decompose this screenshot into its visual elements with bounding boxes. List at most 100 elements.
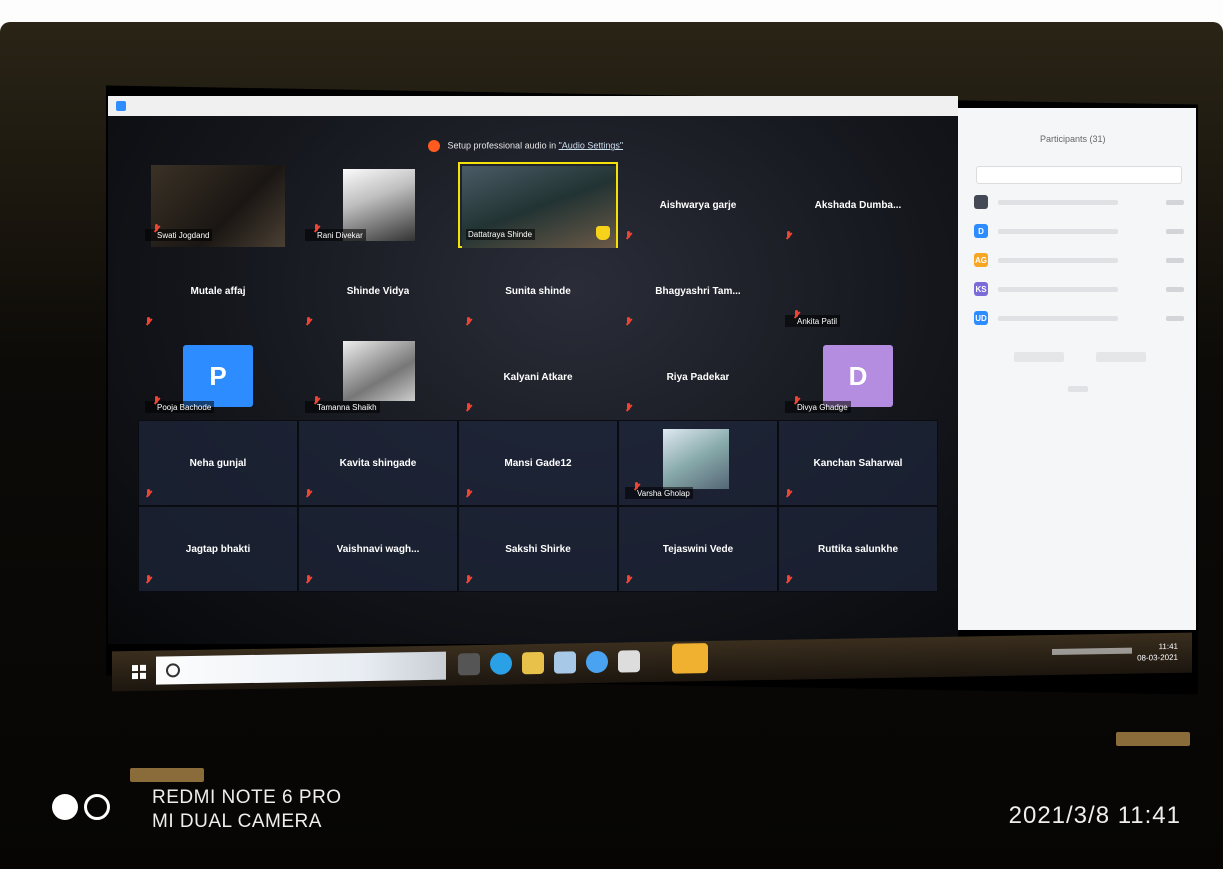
- zoom-meeting-window: Setup professional audio in "Audio Setti…: [108, 96, 958, 644]
- participant-video: [663, 429, 729, 489]
- participant-name: Divya Ghadge: [797, 402, 848, 412]
- camera-watermark: REDMI NOTE 6 PRO MI DUAL CAMERA: [152, 786, 342, 834]
- muted-mic-icon: [785, 575, 792, 585]
- file-explorer-icon[interactable]: [522, 651, 544, 675]
- muted-mic-icon: [625, 231, 632, 241]
- participant-name: Kalyani Atkare: [503, 371, 573, 383]
- windows-start-icon[interactable]: [132, 664, 146, 680]
- participant-name: Mutale affaj: [190, 285, 246, 297]
- muted-mic-icon: [465, 403, 472, 413]
- participant-tile[interactable]: Neha gunjal: [138, 420, 298, 506]
- muted-mic-icon: [633, 482, 640, 492]
- participant-tile[interactable]: Rani Divekar: [298, 162, 458, 248]
- camera-type: MI DUAL CAMERA: [152, 811, 322, 832]
- participant-name: Neha gunjal: [189, 457, 247, 469]
- muted-mic-icon: [625, 403, 632, 413]
- participant-tile[interactable]: Jagtap bhakti: [138, 506, 298, 592]
- participant-name-badge: Tamanna Shaikh: [305, 396, 380, 413]
- participant-tile[interactable]: Shinde Vidya: [298, 248, 458, 334]
- zoom-taskbar-icon[interactable]: [672, 643, 708, 674]
- muted-mic-icon: [305, 575, 312, 585]
- participant-tile[interactable]: Kavita shingade: [298, 420, 458, 506]
- participant-avatar: UD: [974, 311, 988, 325]
- task-view-icon[interactable]: [458, 653, 480, 676]
- participant-tile[interactable]: Ankita Patil: [778, 248, 938, 334]
- participant-tile[interactable]: Dattatraya Shinde: [458, 162, 618, 248]
- participant-tile[interactable]: Akshada Dumba...: [778, 162, 938, 248]
- participant-tile[interactable]: Aishwarya garje: [618, 162, 778, 248]
- participant-row[interactable]: [974, 194, 1184, 210]
- participant-tile[interactable]: Varsha Gholap: [618, 420, 778, 506]
- muted-mic-icon: [625, 575, 632, 585]
- clock-date: 08-03-2021: [1137, 652, 1178, 663]
- chat-label[interactable]: [1068, 386, 1088, 392]
- participant-tile[interactable]: Swati Jogdand: [138, 162, 298, 248]
- participants-title: Participants (31): [1040, 134, 1106, 144]
- muted-mic-icon: [793, 396, 800, 406]
- participant-name: Bhagyashri Tam...: [655, 285, 741, 297]
- participant-tile[interactable]: Tejaswini Vede: [618, 506, 778, 592]
- participant-name: Mansi Gade12: [504, 457, 572, 469]
- taskbar-search-box[interactable]: [156, 651, 446, 685]
- invite-button[interactable]: [1014, 352, 1064, 362]
- participant-name-placeholder: [998, 257, 1118, 263]
- participant-row[interactable]: KS: [974, 281, 1184, 297]
- muted-mic-icon: [625, 317, 632, 327]
- participant-tile[interactable]: Kanchan Saharwal: [778, 420, 938, 506]
- participant-name: Shinde Vidya: [346, 285, 410, 297]
- mic-icon[interactable]: [1166, 199, 1184, 205]
- mic-icon[interactable]: [1166, 228, 1184, 234]
- store-icon[interactable]: [554, 651, 576, 674]
- participant-avatar: D: [974, 224, 988, 238]
- participant-tile[interactable]: Sakshi Shirke: [458, 506, 618, 592]
- participant-tile[interactable]: Mutale affaj: [138, 248, 298, 334]
- search-icon: [166, 663, 180, 678]
- participant-name: Pooja Bachode: [157, 402, 212, 412]
- browser-icon[interactable]: [586, 650, 608, 674]
- participant-tile[interactable]: Sunita shinde: [458, 248, 618, 334]
- participant-avatar: AG: [974, 253, 988, 267]
- edge-icon[interactable]: [490, 652, 512, 675]
- mic-icon[interactable]: [1166, 257, 1184, 263]
- chrome-icon[interactable]: [618, 650, 640, 673]
- participant-row[interactable]: AG: [974, 252, 1184, 268]
- unmute-me-button[interactable]: [1096, 352, 1146, 362]
- participant-row[interactable]: UD: [974, 310, 1184, 326]
- zoom-titlebar: [108, 96, 958, 116]
- participant-tile[interactable]: P Pooja Bachode: [138, 334, 298, 420]
- muted-mic-icon: [465, 489, 472, 499]
- muted-mic-icon: [793, 310, 800, 320]
- participant-tile[interactable]: Ruttika salunkhe: [778, 506, 938, 592]
- participant-name: Tamanna Shaikh: [317, 402, 377, 412]
- participant-name-placeholder: [998, 286, 1118, 292]
- participant-tile[interactable]: Vaishnavi wagh...: [298, 506, 458, 592]
- audio-settings-link[interactable]: "Audio Settings": [559, 140, 623, 150]
- participant-tile[interactable]: D Divya Ghadge: [778, 334, 938, 420]
- participant-tile[interactable]: Riya Padekar: [618, 334, 778, 420]
- participant-name-placeholder: [998, 199, 1118, 205]
- sticker: [1116, 732, 1190, 746]
- camera-logo: [52, 794, 110, 820]
- raise-hand-icon: [596, 226, 610, 240]
- participant-avatar: [974, 195, 988, 209]
- taskbar-clock[interactable]: 11:41 08-03-2021: [1137, 641, 1178, 664]
- participant-tile[interactable]: Mansi Gade12: [458, 420, 618, 506]
- participant-name-badge: Varsha Gholap: [625, 482, 693, 499]
- participant-tile[interactable]: Bhagyashri Tam...: [618, 248, 778, 334]
- audio-settings-banner: Setup professional audio in "Audio Setti…: [428, 140, 623, 152]
- participant-tile[interactable]: Tamanna Shaikh: [298, 334, 458, 420]
- camera-model: REDMI NOTE 6 PRO: [152, 787, 342, 808]
- participant-name-placeholder: [998, 228, 1118, 234]
- participant-name: Kanchan Saharwal: [813, 457, 903, 469]
- mic-icon[interactable]: [1166, 315, 1184, 321]
- mic-icon[interactable]: [1166, 286, 1184, 292]
- participant-name: Akshada Dumba...: [814, 199, 902, 211]
- participant-tile[interactable]: Kalyani Atkare: [458, 334, 618, 420]
- participant-name: Ruttika salunkhe: [817, 543, 899, 555]
- participant-name-badge: Swati Jogdand: [145, 224, 213, 241]
- participant-row[interactable]: D: [974, 223, 1184, 239]
- participant-name: Jagtap bhakti: [185, 543, 251, 555]
- participant-search-input[interactable]: [976, 166, 1182, 184]
- muted-mic-icon: [465, 317, 472, 327]
- muted-mic-icon: [153, 224, 160, 234]
